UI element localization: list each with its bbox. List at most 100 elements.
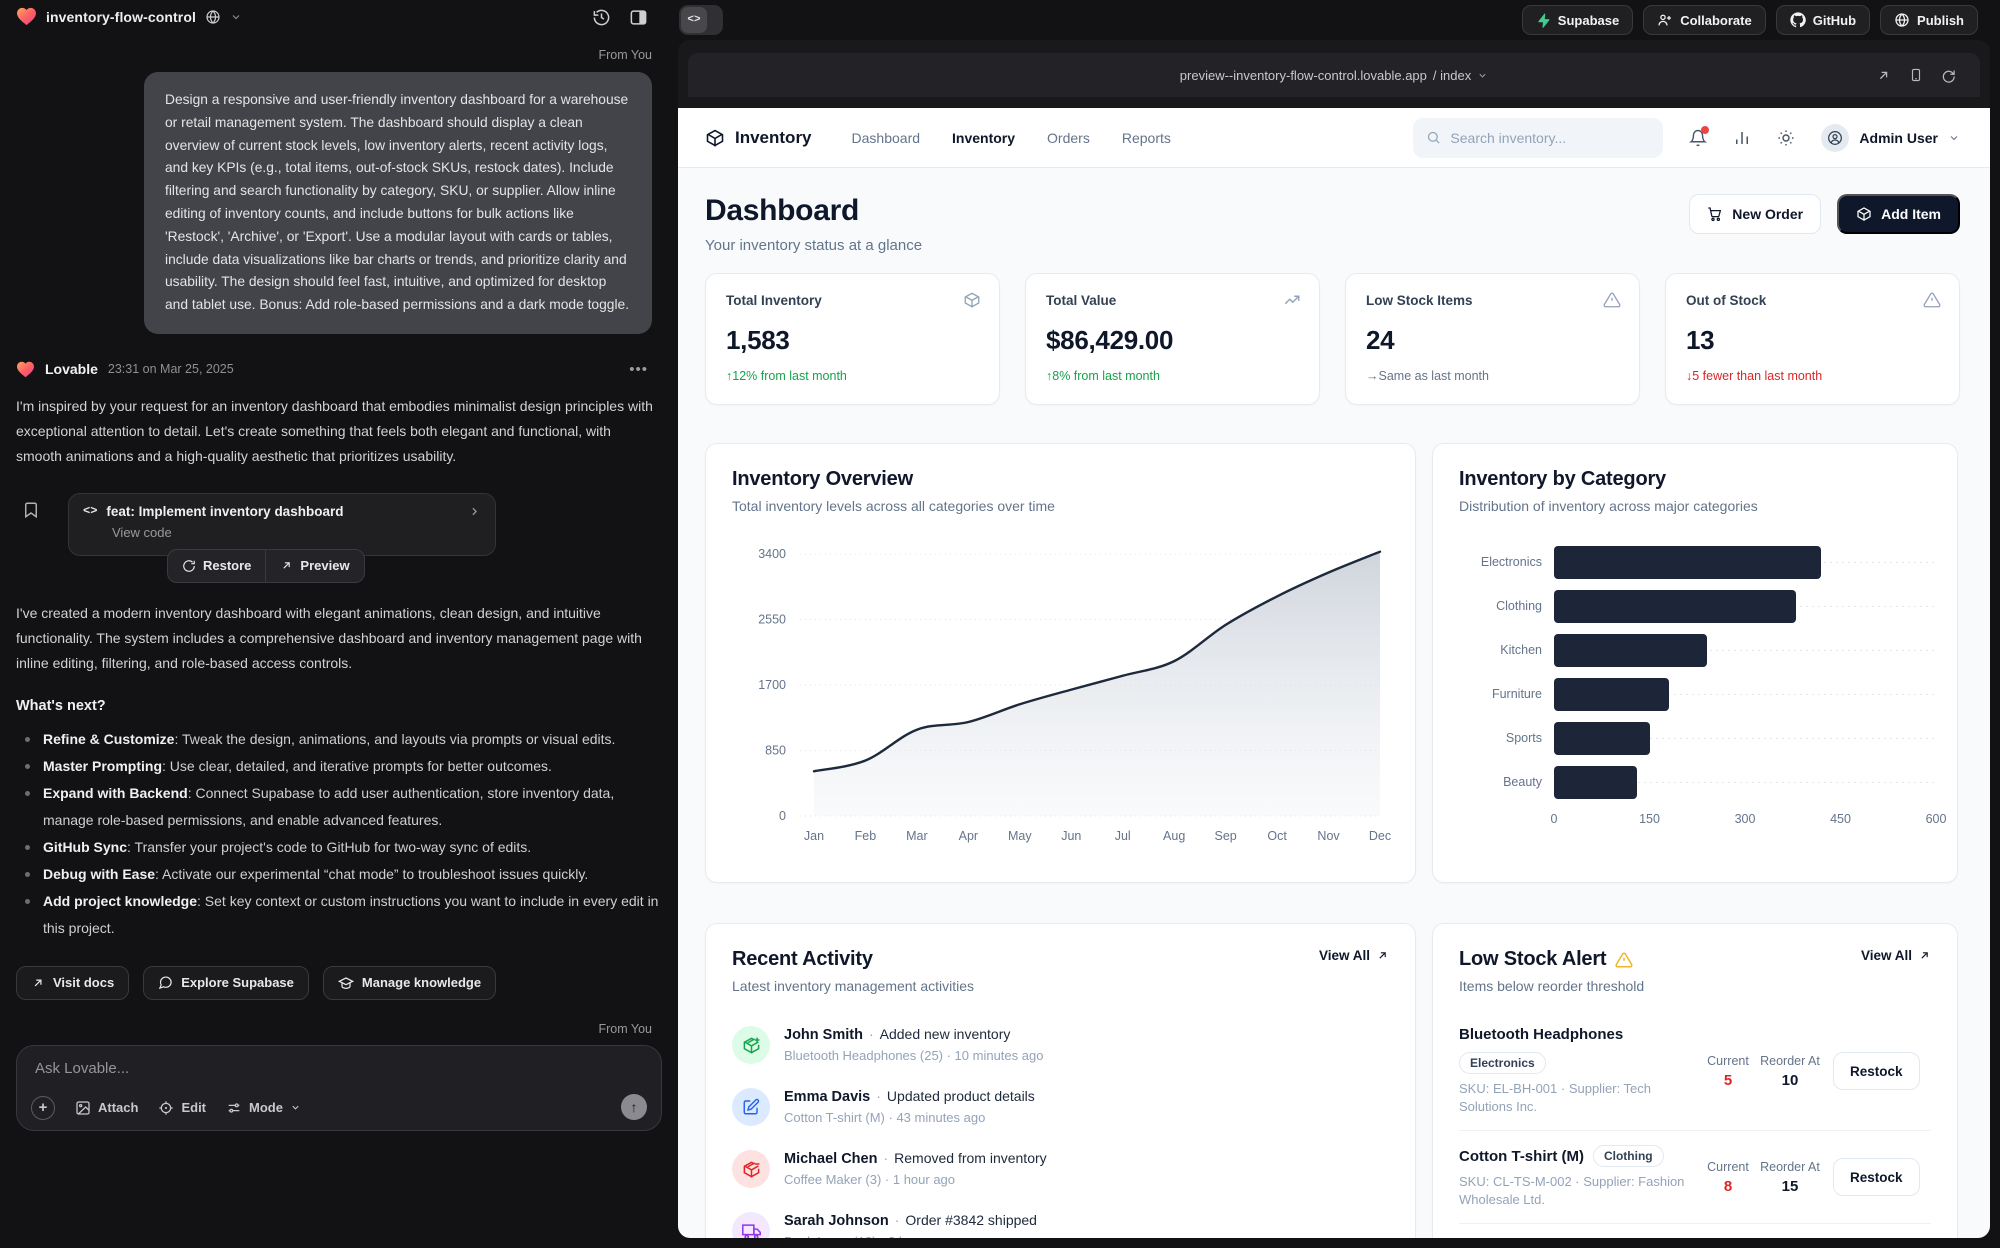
restock-button[interactable]: Restock xyxy=(1833,1158,1920,1196)
bar-row-beauty: Beauty xyxy=(1459,760,1931,804)
inventory-by-category-card: Inventory by Category Distribution of in… xyxy=(1432,443,1958,883)
attach-button[interactable]: Attach xyxy=(75,1100,138,1116)
assistant-intro: I'm inspired by your request for an inve… xyxy=(16,394,662,469)
brand[interactable]: Inventory xyxy=(705,128,812,148)
restore-button[interactable]: Restore xyxy=(168,550,265,582)
publish-button[interactable]: Publish xyxy=(1880,5,1978,35)
quick-action-label: Visit docs xyxy=(53,975,114,990)
page-title: Dashboard xyxy=(705,194,922,228)
edit-button[interactable]: Edit xyxy=(158,1100,206,1116)
message-more-menu[interactable]: ••• xyxy=(629,361,648,378)
supabase-icon xyxy=(1536,13,1551,28)
kpi-label: Low Stock Items xyxy=(1366,293,1619,308)
low-stock-row: Cotton T-shirt (M)ClothingSKU: CL-TS-M-0… xyxy=(1459,1130,1931,1223)
search-box[interactable] xyxy=(1413,118,1663,158)
bookmark-icon[interactable] xyxy=(22,501,40,519)
add-attachment-button[interactable]: + xyxy=(31,1096,55,1120)
quick-action-manage-knowledge[interactable]: Manage knowledge xyxy=(323,966,496,1000)
activity-list: John Smith·Added new inventoryBluetooth … xyxy=(732,1016,1389,1238)
kpi-delta: ↑12% from last month xyxy=(726,369,979,383)
nav-link-reports[interactable]: Reports xyxy=(1122,130,1171,146)
recent-activity-card: Recent Activity Latest inventory managem… xyxy=(705,923,1416,1238)
project-menu[interactable]: inventory-flow-control xyxy=(16,7,242,26)
bar-row-electronics: Electronics xyxy=(1459,540,1931,584)
gradcap-icon xyxy=(338,975,354,991)
reorder-value: 15 xyxy=(1759,1178,1821,1195)
bar-x-tick: 300 xyxy=(1735,812,1756,826)
view-all-activity-link[interactable]: View All xyxy=(1319,948,1389,963)
url-bar[interactable]: preview--inventory-flow-control.lovable.… xyxy=(688,53,1980,97)
search-input[interactable] xyxy=(1450,130,1640,146)
bar-row-furniture: Furniture xyxy=(1459,672,1931,716)
sidebar-panel-icon[interactable] xyxy=(629,8,648,27)
quick-action-explore-supabase[interactable]: Explore Supabase xyxy=(143,966,309,1000)
mobile-view-icon[interactable] xyxy=(1909,67,1923,83)
restock-button[interactable]: Restock xyxy=(1833,1052,1920,1090)
low-stock-subtitle: Items below reorder threshold xyxy=(1459,978,1644,994)
new-order-button[interactable]: New Order xyxy=(1689,194,1821,234)
arrow-up-right-icon xyxy=(1918,949,1931,962)
user-menu[interactable]: Admin User xyxy=(1821,124,1960,152)
truck-icon xyxy=(732,1212,770,1238)
bar-x-axis: 0150300450600 xyxy=(1554,812,1936,830)
add-item-button[interactable]: Add Item xyxy=(1837,194,1960,234)
lovable-heart-avatar xyxy=(16,361,35,378)
notifications-bell-icon[interactable] xyxy=(1689,129,1707,147)
chat-composer[interactable]: + Attach Edit Mode xyxy=(16,1045,662,1131)
view-all-low-stock-link[interactable]: View All xyxy=(1861,948,1931,963)
kpi-delta: ↑8% from last month xyxy=(1046,369,1299,383)
activity-detail: Desk Lamp (12) · 2 hours ago xyxy=(784,1234,1037,1238)
bar-clothing xyxy=(1554,590,1796,623)
svg-text:0: 0 xyxy=(779,809,786,823)
nav-link-inventory[interactable]: Inventory xyxy=(952,130,1015,146)
package-minus-icon xyxy=(732,1150,770,1188)
svg-text:Jun: Jun xyxy=(1061,829,1081,843)
svg-text:Oct: Oct xyxy=(1267,829,1287,843)
chat-input[interactable] xyxy=(35,1060,582,1077)
inventory-overview-card: Inventory Overview Total inventory level… xyxy=(705,443,1416,883)
chevron-down-icon[interactable] xyxy=(230,11,242,23)
nav-link-orders[interactable]: Orders xyxy=(1047,130,1090,146)
cart-icon xyxy=(1707,206,1723,222)
send-button[interactable]: ↑ xyxy=(621,1094,647,1120)
history-icon[interactable] xyxy=(592,8,611,27)
refresh-icon[interactable] xyxy=(1941,68,1956,83)
chat-panel: From You Design a responsive and user-fr… xyxy=(0,40,678,1248)
activity-line: Emma Davis·Updated product details xyxy=(784,1088,1035,1105)
open-external-icon[interactable] xyxy=(1876,68,1891,83)
chart-title: Inventory Overview xyxy=(732,468,1389,491)
reorder-label: Reorder At xyxy=(1759,1159,1821,1175)
globe-icon xyxy=(205,9,221,25)
svg-text:Jul: Jul xyxy=(1115,829,1131,843)
collaborate-button[interactable]: Collaborate xyxy=(1643,5,1766,35)
theme-toggle-sun-icon[interactable] xyxy=(1777,129,1795,147)
quick-action-visit-docs[interactable]: Visit docs xyxy=(16,966,129,1000)
package-plus-icon xyxy=(732,1026,770,1064)
lovable-heart-logo xyxy=(16,7,37,26)
analytics-icon[interactable] xyxy=(1733,129,1751,147)
chevron-down-icon[interactable] xyxy=(1477,70,1488,81)
preview-url-path: / index xyxy=(1433,68,1471,83)
svg-text:Dec: Dec xyxy=(1369,829,1391,843)
chart-title: Inventory by Category xyxy=(1459,468,1931,491)
supabase-button[interactable]: Supabase xyxy=(1522,5,1633,35)
user-message: Design a responsive and user-friendly in… xyxy=(144,72,652,334)
svg-text:850: 850 xyxy=(765,744,786,758)
code-preview-toggle[interactable]: <> xyxy=(679,5,723,35)
mode-selector[interactable]: Mode xyxy=(226,1100,301,1116)
chart-subtitle: Total inventory levels across all catego… xyxy=(732,498,1389,514)
commit-card[interactable]: <> feat: Implement inventory dashboard V… xyxy=(68,493,496,556)
view-code-link[interactable]: View code xyxy=(112,525,481,540)
sku-line: SKU: EL-BH-001 · Supplier: Tech Solution… xyxy=(1459,1080,1697,1116)
project-name: inventory-flow-control xyxy=(46,9,196,25)
activity-detail: Bluetooth Headphones (25) · 10 minutes a… xyxy=(784,1048,1043,1063)
kpi-value: $86,429.00 xyxy=(1046,325,1299,356)
preview-button[interactable]: Preview xyxy=(265,550,363,582)
low-stock-title: Low Stock Alert xyxy=(1459,948,1644,971)
github-button[interactable]: GitHub xyxy=(1776,5,1870,35)
bar-category-label: Sports xyxy=(1459,731,1554,745)
nav-link-dashboard[interactable]: Dashboard xyxy=(852,130,921,146)
restore-icon xyxy=(182,559,196,573)
kpi-value: 1,583 xyxy=(726,325,979,356)
assistant-summary: I've created a modern inventory dashboar… xyxy=(16,601,662,676)
